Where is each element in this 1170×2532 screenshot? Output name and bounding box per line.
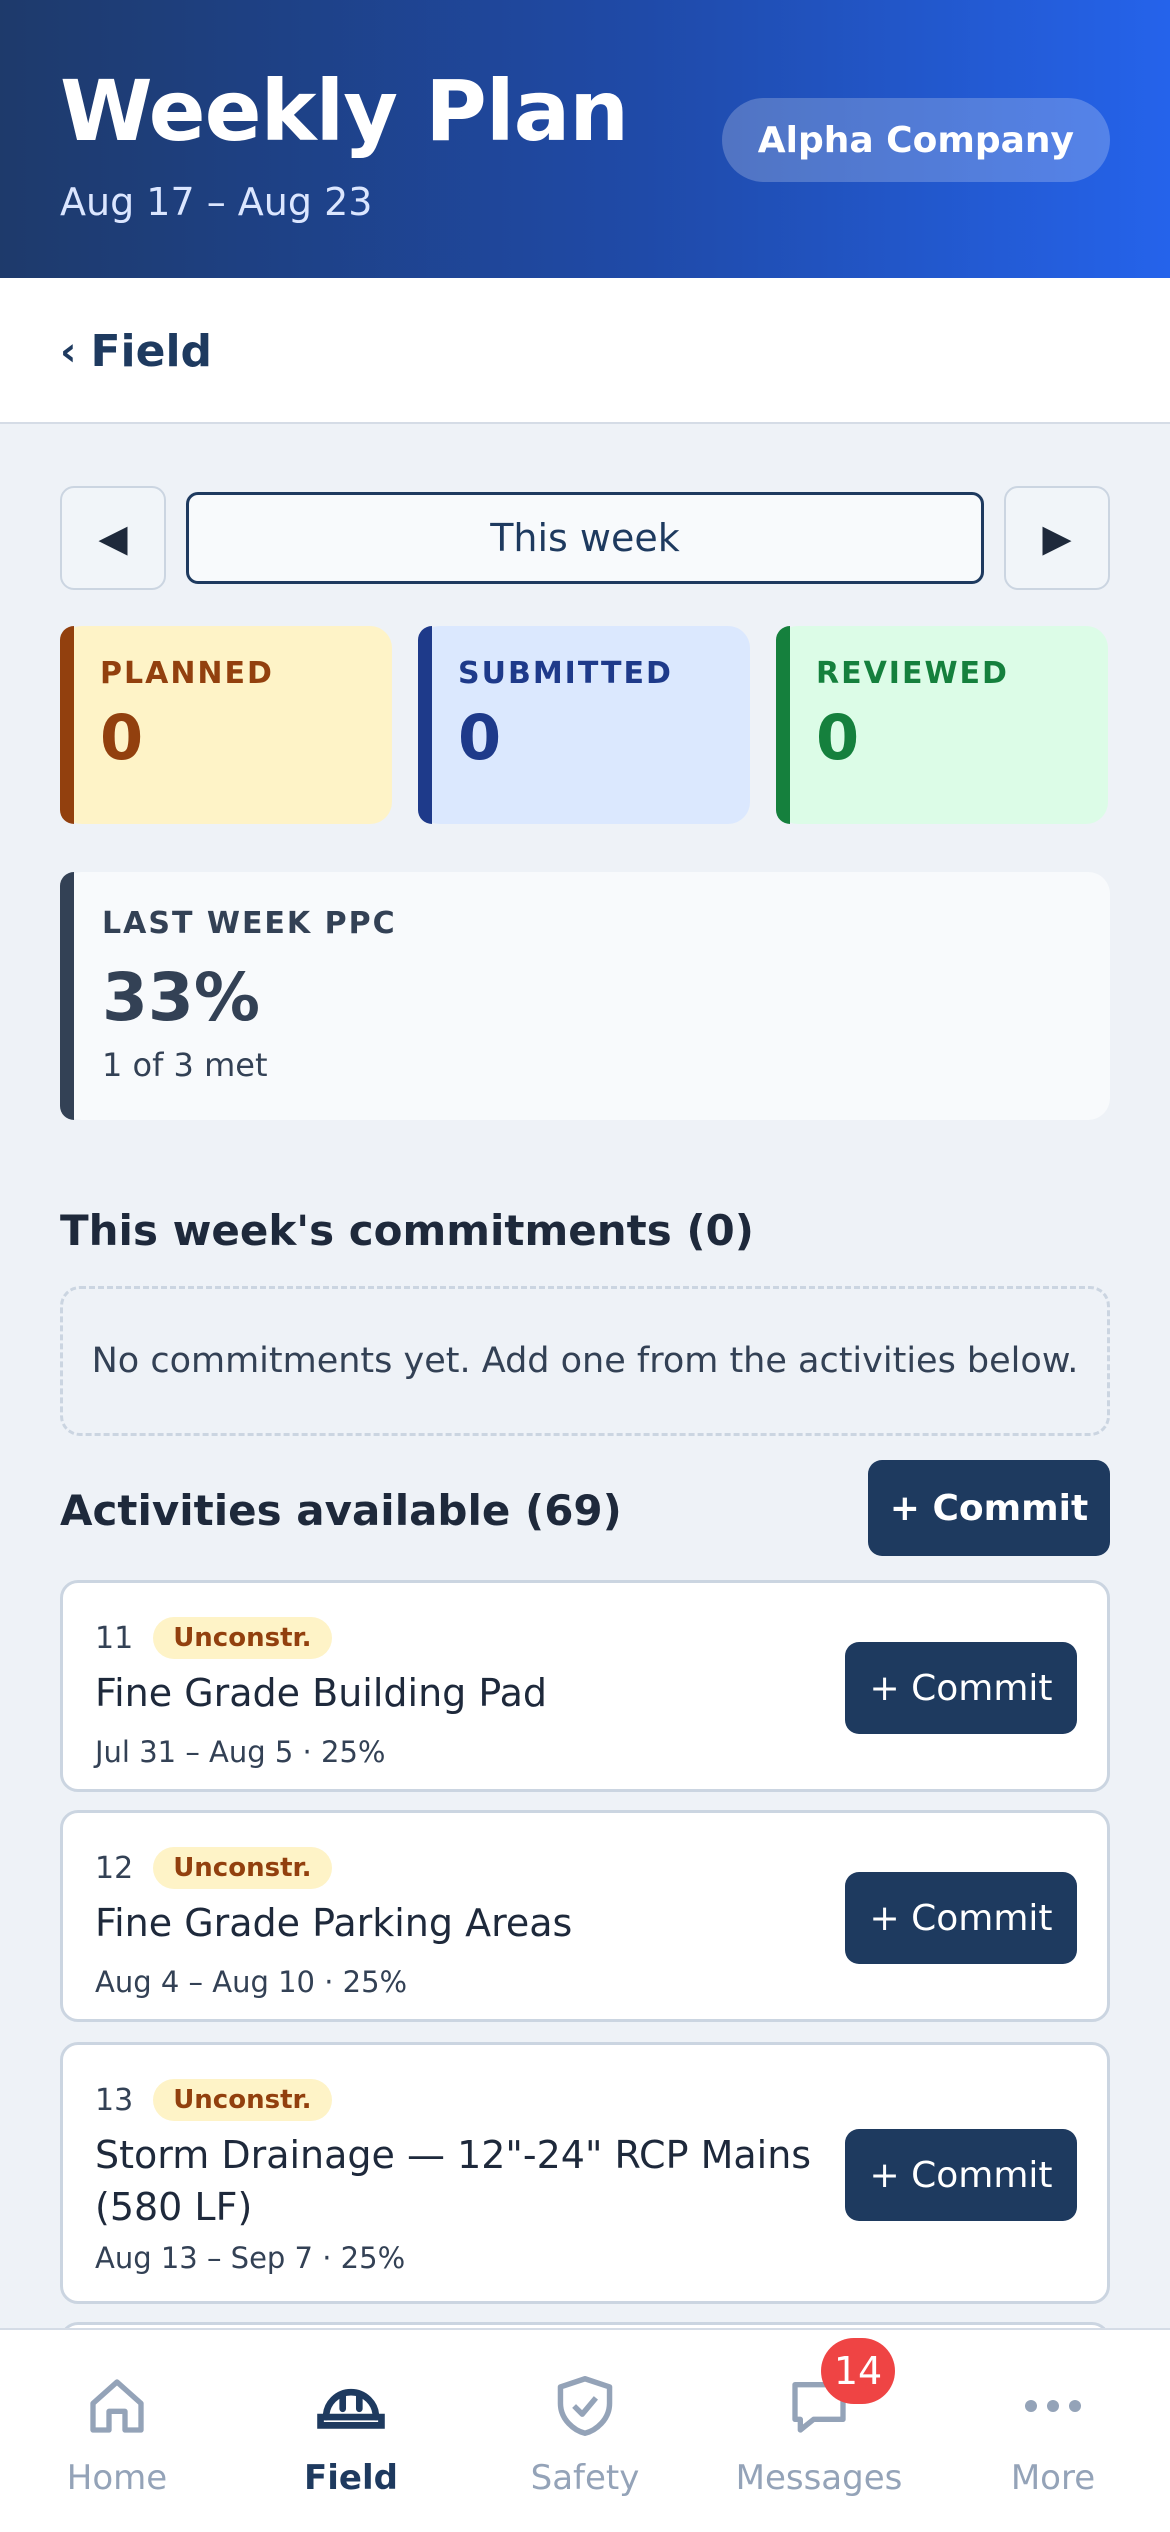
more-icon: [1013, 2366, 1093, 2446]
stat-label: SUBMITTED: [458, 656, 673, 691]
stat-reviewed: REVIEWED 0: [776, 626, 1108, 824]
triangle-left-icon: ◀: [98, 516, 128, 560]
stat-planned: PLANNED 0: [60, 626, 392, 824]
activity-commit-button[interactable]: + Commit: [845, 1642, 1077, 1734]
stat-value: 0: [458, 701, 502, 774]
ppc-label: LAST WEEK PPC: [102, 906, 397, 941]
activity-id: 12: [95, 1850, 134, 1886]
ppc-card: LAST WEEK PPC 33% 1 of 3 met: [60, 872, 1110, 1120]
ppc-value: 33%: [102, 959, 260, 1036]
home-icon: [77, 2366, 157, 2446]
stat-submitted: SUBMITTED 0: [418, 626, 750, 824]
commitments-empty-state: No commitments yet. Add one from the act…: [60, 1286, 1110, 1436]
activities-title: Activities available (69): [60, 1486, 622, 1535]
status-badge: Unconstr.: [153, 2079, 332, 2121]
tab-label: Safety: [530, 2458, 640, 2498]
commitments-title: This week's commitments (0): [60, 1206, 754, 1255]
activity-commit-button[interactable]: + Commit: [845, 2129, 1077, 2221]
ppc-detail: 1 of 3 met: [102, 1046, 268, 1084]
activity-name: Storm Drainage — 12"-24" RCP Mains (580 …: [95, 2133, 812, 2229]
activity-name: Fine Grade Parking Areas: [95, 1901, 573, 1945]
stat-value: 0: [816, 701, 860, 774]
tab-home[interactable]: Home: [0, 2330, 234, 2532]
stat-label: PLANNED: [100, 656, 274, 691]
page-title: Weekly Plan: [60, 62, 629, 160]
activity-id: 13: [95, 2082, 134, 2118]
activity-card: 12 Unconstr. Fine Grade Parking Areas Au…: [60, 1810, 1110, 2022]
stat-value: 0: [100, 701, 144, 774]
tab-bar: Home Field Safety 14 Messages More: [0, 2328, 1170, 2532]
company-button[interactable]: Alpha Company: [721, 98, 1110, 182]
tab-label: More: [1010, 2458, 1096, 2498]
shield-check-icon: [545, 2366, 625, 2446]
activity-card: 13 Unconstr. Storm Drainage — 12"-24" RC…: [60, 2042, 1110, 2304]
tab-safety[interactable]: Safety: [468, 2330, 702, 2532]
tab-label: Messages: [735, 2458, 903, 2498]
tab-label: Home: [66, 2458, 168, 2498]
chevron-left-icon: ‹: [60, 328, 77, 375]
messages-count-badge: 14: [821, 2338, 895, 2404]
status-badge: Unconstr.: [153, 1847, 332, 1889]
current-week-button[interactable]: This week: [186, 492, 984, 584]
activity-header: 13 Unconstr.: [95, 2079, 332, 2121]
tab-field[interactable]: Field: [234, 2330, 468, 2532]
tab-more[interactable]: More: [936, 2330, 1170, 2532]
prev-week-button[interactable]: ◀: [60, 486, 166, 590]
activity-meta: Aug 13 – Sep 7 · 25%: [95, 2241, 406, 2275]
activity-card: 11 Unconstr. Fine Grade Building Pad Jul…: [60, 1580, 1110, 1792]
next-week-button[interactable]: ▶: [1004, 486, 1110, 590]
back-bar: ‹ Field: [0, 278, 1170, 424]
stat-label: REVIEWED: [816, 656, 1009, 691]
back-button[interactable]: ‹ Field: [60, 326, 212, 377]
commit-button[interactable]: + Commit: [868, 1460, 1110, 1556]
activity-header: 11 Unconstr.: [95, 1617, 332, 1659]
week-navigator: ◀ This week ▶: [60, 486, 1110, 590]
activity-header: 12 Unconstr.: [95, 1847, 332, 1889]
status-badge: Unconstr.: [153, 1617, 332, 1659]
tab-messages[interactable]: 14 Messages: [702, 2330, 936, 2532]
activity-meta: Jul 31 – Aug 5 · 25%: [95, 1735, 386, 1769]
tab-label: Field: [304, 2458, 398, 2498]
activity-name: Fine Grade Building Pad: [95, 1671, 547, 1715]
back-label: Field: [90, 326, 213, 377]
message-icon: 14: [779, 2338, 895, 2446]
date-range: Aug 17 – Aug 23: [60, 180, 373, 224]
activity-commit-button[interactable]: + Commit: [845, 1872, 1077, 1964]
activity-meta: Aug 4 – Aug 10 · 25%: [95, 1965, 408, 1999]
header: Weekly Plan Aug 17 – Aug 23 Alpha Compan…: [0, 0, 1170, 278]
hardhat-icon: [311, 2366, 391, 2446]
activity-id: 11: [95, 1620, 134, 1656]
triangle-right-icon: ▶: [1042, 516, 1072, 560]
